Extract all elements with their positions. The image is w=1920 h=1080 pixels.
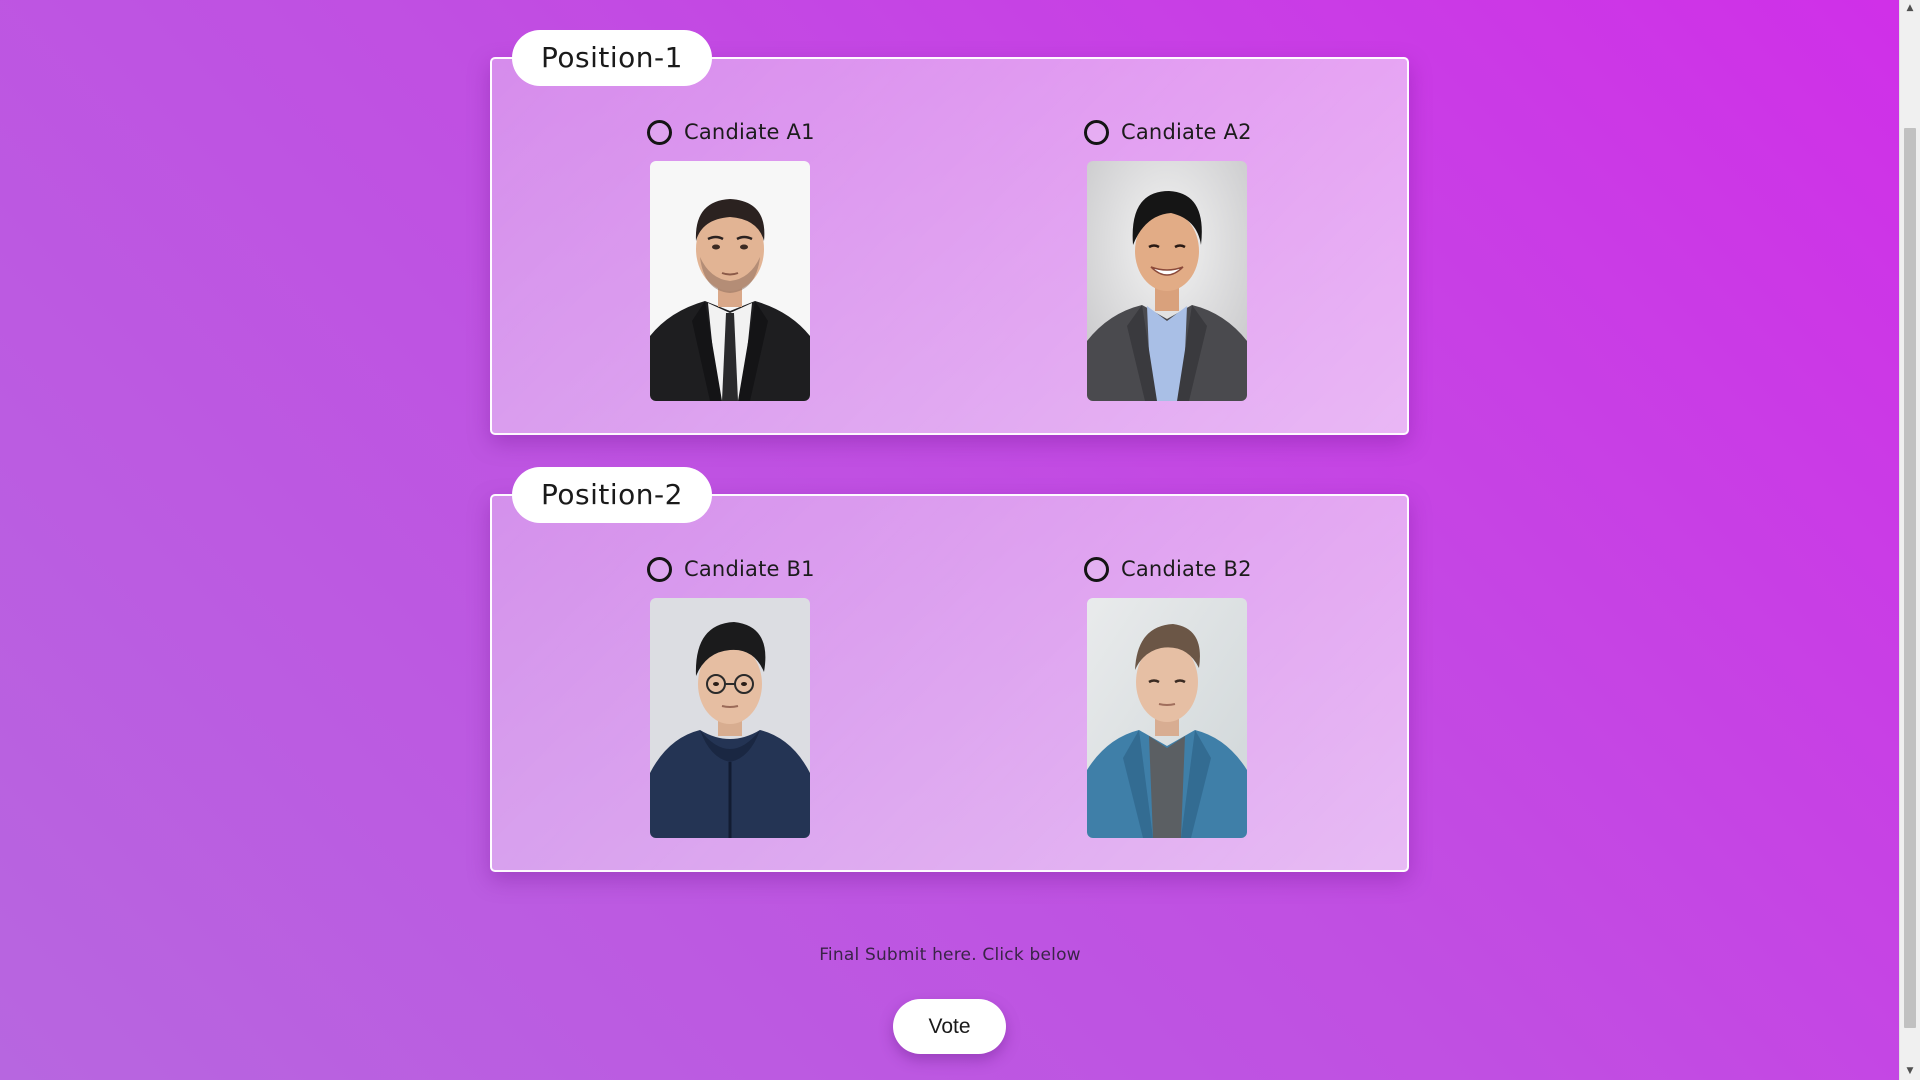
candidate-b2-name[interactable]: Candiate B2 bbox=[1121, 557, 1252, 581]
position-2-title: Position-2 bbox=[512, 467, 712, 523]
candidate-a1-label-row[interactable]: Candiate A1 bbox=[647, 115, 907, 149]
position-1-fieldset: Position-1 Candiate A1 Candiate A2 bbox=[490, 30, 1409, 435]
candidate-a1-radio[interactable] bbox=[647, 119, 672, 145]
candidate-a2-label-row[interactable]: Candiate A2 bbox=[1084, 115, 1344, 149]
candidate-b1: Candiate B1 bbox=[647, 552, 907, 838]
candidate-b1-photo bbox=[650, 598, 810, 838]
candidate-a1-name[interactable]: Candiate A1 bbox=[684, 120, 815, 144]
candidate-b2-radio[interactable] bbox=[1084, 556, 1109, 582]
candidate-b2: Candiate B2 bbox=[1084, 552, 1344, 838]
candidate-b2-label-row[interactable]: Candiate B2 bbox=[1084, 552, 1344, 586]
candidate-b2-photo bbox=[1087, 598, 1247, 838]
vote-button[interactable]: Vote bbox=[893, 999, 1006, 1054]
page-scrollbar[interactable]: ▲ ▼ bbox=[1899, 0, 1920, 1080]
candidate-a2: Candiate A2 bbox=[1084, 115, 1344, 401]
candidate-b1-label-row[interactable]: Candiate B1 bbox=[647, 552, 907, 586]
final-submit-instruction: Final Submit here. Click below bbox=[819, 945, 1081, 965]
candidate-b1-radio[interactable] bbox=[647, 556, 672, 582]
scroll-down-arrow-icon[interactable]: ▼ bbox=[1900, 1063, 1920, 1080]
position-1-title: Position-1 bbox=[512, 30, 712, 86]
scrollbar-thumb[interactable] bbox=[1904, 128, 1916, 1028]
candidate-a2-radio[interactable] bbox=[1084, 119, 1109, 145]
candidate-a1-photo bbox=[650, 161, 810, 401]
position-2-fieldset: Position-2 Candiate B1 Candiate B2 bbox=[490, 467, 1409, 872]
candidate-a2-name[interactable]: Candiate A2 bbox=[1121, 120, 1252, 144]
candidate-a1: Candiate A1 bbox=[647, 115, 907, 401]
scroll-up-arrow-icon[interactable]: ▲ bbox=[1900, 0, 1920, 17]
candidate-b1-name[interactable]: Candiate B1 bbox=[684, 557, 815, 581]
candidate-a2-photo bbox=[1087, 161, 1247, 401]
